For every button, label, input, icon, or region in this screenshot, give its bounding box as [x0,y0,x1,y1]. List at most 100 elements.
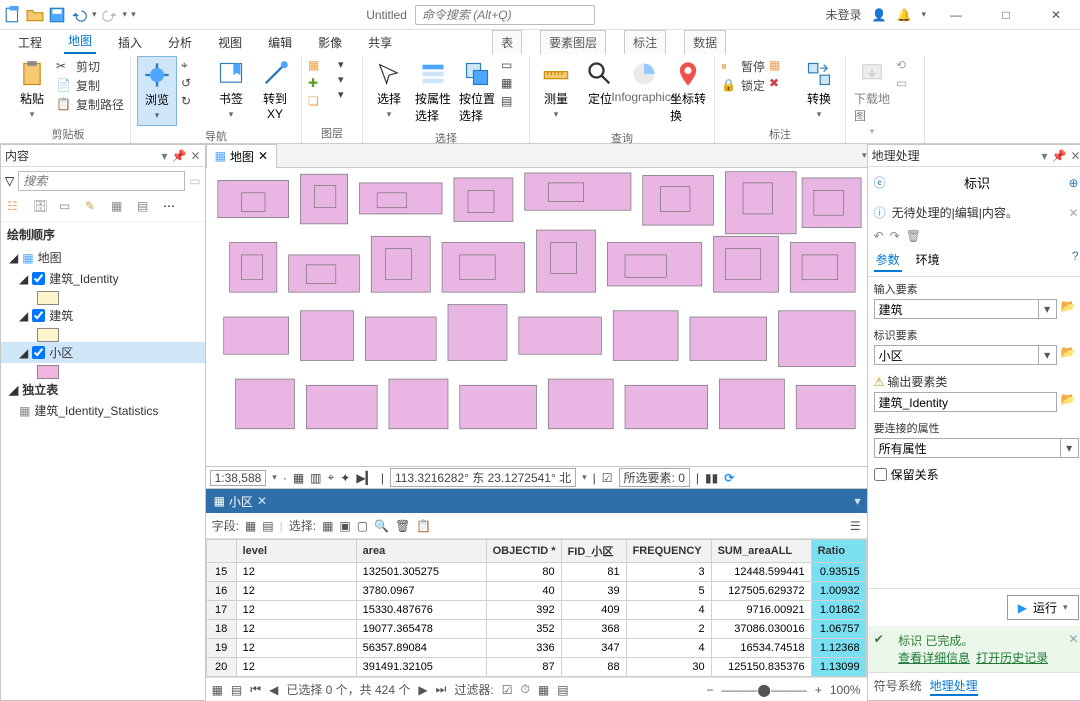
tab-view[interactable]: 视图 [214,31,246,54]
filter-icon-2[interactable]: ⏱ [521,682,530,697]
list-selection-icon[interactable]: ▭ [59,199,79,217]
tab-params[interactable]: 参数 [874,249,902,272]
full-extent-icon[interactable]: ⌖ [181,58,207,74]
table-menu-icon[interactable]: ☰ [850,519,861,533]
clear-sel-icon[interactable]: ▢ [357,519,368,533]
more-options-icon[interactable]: ✖ [769,76,795,92]
sel-opt-3-icon[interactable]: ▤ [501,94,523,110]
goto-xy-button[interactable]: 转到 XY [255,56,295,125]
gp-close-icon[interactable]: ✕ [1071,149,1080,163]
autohide-icon[interactable]: ▾ [162,149,168,163]
layer-building[interactable]: ◢建筑 [1,305,205,326]
copy-path-button[interactable]: 📋复制路径 [56,96,124,113]
output-features-input[interactable] [874,392,1057,412]
tab-map[interactable]: 地图 [64,29,96,54]
sel-opt-1-icon[interactable]: ▭ [501,58,523,74]
folder-icon[interactable]: 📂 [1061,392,1079,412]
add-preset-icon[interactable]: ❏ [308,94,334,110]
refresh-icon[interactable]: ⟳ [724,471,734,485]
maximize-button[interactable]: □ [986,1,1026,29]
copy-button[interactable]: 📄复制 [56,77,124,94]
hist-del-icon[interactable]: 🗑 [906,229,921,243]
undo-icon[interactable] [70,6,88,24]
context-tab-label[interactable]: 标注 [624,30,666,54]
ruler-icon[interactable]: ▥ [310,471,321,485]
search-input[interactable] [18,171,185,191]
gp-autohide-icon[interactable]: ▾ [1042,149,1048,163]
standalone-tables-heading[interactable]: ◢独立表 [1,379,205,400]
infographics-button[interactable]: Infographics [624,56,664,108]
convert-labels-button[interactable]: 转换▾ [799,56,839,124]
new-project-icon[interactable] [4,6,22,24]
view-unplaced-icon[interactable]: ▦ [769,58,795,74]
search-clear-icon[interactable]: ▭ [189,174,200,188]
context-tab-featurelayer[interactable]: 要素图层 [540,30,606,54]
add-tool-icon[interactable]: ⊕ [1069,176,1079,190]
pause-icon[interactable]: ▮▮ [705,471,718,485]
grid-icon[interactable]: ▦ [293,471,304,485]
close-map-tab-icon[interactable]: ✕ [258,149,268,163]
paste-button[interactable]: 粘贴▾ [12,56,52,124]
tab-project[interactable]: 工程 [14,31,46,54]
last-record-icon[interactable]: ⏭ [436,682,447,697]
data-grid[interactable]: levelareaOBJECTID *FID_小区FREQUENCYSUM_ar… [206,539,867,677]
select-by-attr-button[interactable]: 按属性选择 [413,56,453,128]
first-record-icon[interactable]: ⏮ [250,682,261,697]
list-edit-icon[interactable]: ✎ [85,199,105,217]
dropdown-icon[interactable]: ▾ [1061,438,1079,458]
next-record-icon[interactable]: ▶ [418,683,427,697]
cut-button[interactable]: ✂剪切 [56,58,124,75]
delete-icon[interactable]: 🗑 [395,519,410,533]
tab-analysis[interactable]: 分析 [164,31,196,54]
zoom-level[interactable]: 100% [830,683,861,697]
tab-insert[interactable]: 插入 [114,31,146,54]
prev-extent-icon[interactable]: ↺ [181,76,207,92]
download-map-button[interactable]: 下载地图▾ [852,56,892,141]
dropdown-icon[interactable]: ▾ [1039,299,1057,319]
measure-button[interactable]: 测量▾ [536,56,576,124]
tab-symbology[interactable]: 符号系统 [874,677,922,696]
table-tab[interactable]: ▦ 小区 ✕ [206,489,275,513]
dismiss-done-icon[interactable]: ✕ [1069,632,1079,646]
context-tab-table[interactable]: 表 [492,30,522,54]
user-icon[interactable]: 👤 [872,8,887,22]
view-details-link[interactable]: 查看详细信息 [898,651,970,665]
close-table-tab-icon[interactable]: ✕ [257,494,267,508]
snap-icon[interactable]: ⌖ [328,470,335,485]
gp-pin-icon[interactable]: 📌 [1052,149,1067,163]
dismiss-msg-icon[interactable]: ✕ [1069,206,1079,220]
zoom-sel-icon[interactable]: 🔍 [374,519,389,533]
help-icon[interactable]: ? [1072,249,1079,272]
pin-icon[interactable]: 📌 [172,149,187,163]
tab-edit[interactable]: 编辑 [264,31,296,54]
pause-labeling-button[interactable]: ⏸暂停 [721,58,765,75]
basemap-icon[interactable]: ▦ [308,58,334,74]
keep-relationships-check[interactable]: 保留关系 [868,462,1080,487]
zoom-in-icon[interactable]: + [815,683,822,697]
map-view[interactable] [206,168,867,466]
browse-button[interactable]: 浏览▾ [137,56,177,126]
tab-imagery[interactable]: 影像 [314,31,346,54]
save-project-icon[interactable] [48,6,66,24]
dropdown-icon[interactable]: ▾ [1039,345,1057,365]
dynamic-icon[interactable]: ✦ [340,471,350,485]
fields-icon-1[interactable]: ▦ [245,519,256,533]
filter-icon-1[interactable]: ☑ [502,683,513,697]
hist-undo-icon[interactable]: ↶ [874,229,884,243]
select-by-loc-button[interactable]: 按位置选择 [457,56,497,128]
redo-icon[interactable] [101,6,119,24]
list-draworder-icon[interactable]: ☷ [7,199,27,217]
login-status[interactable]: 未登录 [826,6,862,23]
copy-icon[interactable]: 📋 [416,519,431,533]
join-attr-input[interactable] [874,438,1061,458]
filter-icon-4[interactable]: ▤ [557,683,568,697]
map-view-tab[interactable]: ▦ 地图 ✕ [206,144,277,168]
tab-share[interactable]: 共享 [364,31,396,54]
switch-sel-icon[interactable]: ▣ [339,519,350,533]
map-node[interactable]: ◢▦地图 [1,247,205,268]
back-icon[interactable]: ⓔ [874,174,886,191]
close-button[interactable]: ✕ [1036,1,1076,29]
preset-dd[interactable]: ▾ [338,88,356,101]
open-project-icon[interactable] [26,6,44,24]
scale-input[interactable]: 1:38,588 [210,470,267,486]
